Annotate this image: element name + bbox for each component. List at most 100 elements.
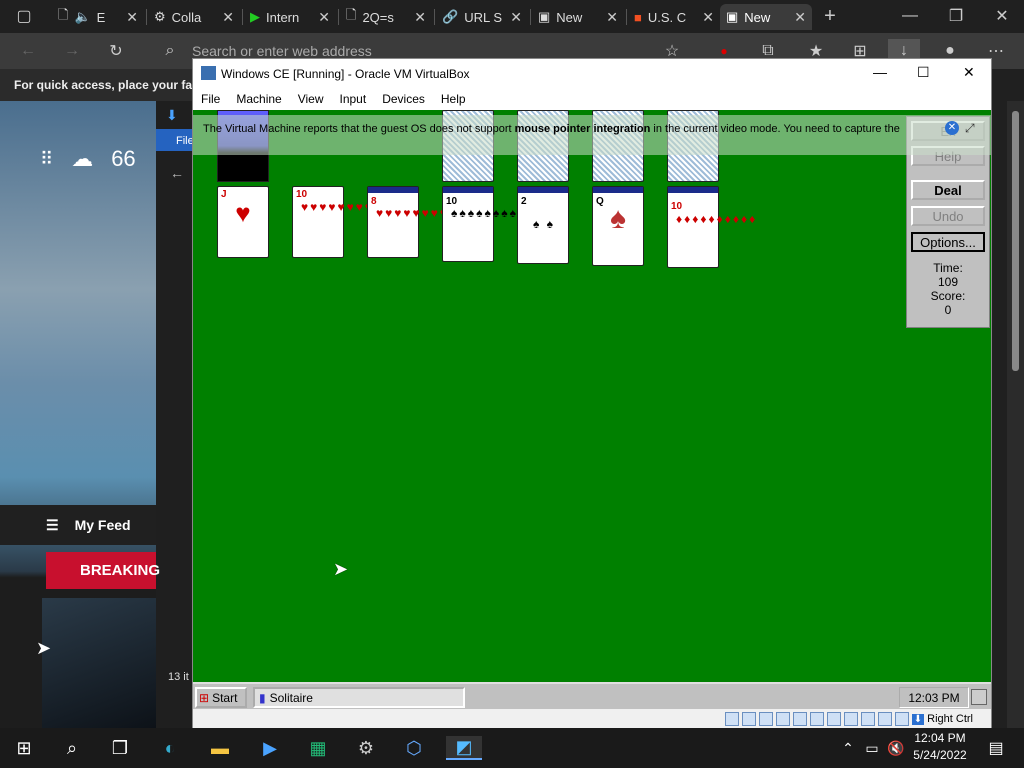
task-view-icon[interactable]: ❐ bbox=[108, 736, 132, 760]
weather-widget[interactable]: ⠿ ☁ 66 bbox=[40, 146, 136, 172]
minimize-icon[interactable]: — bbox=[898, 4, 922, 28]
card-10-diamonds[interactable]: 10 ♦♦♦♦♦♦♦♦♦♦ bbox=[667, 186, 755, 268]
tab-7[interactable]: ■ U.S. C ✕ bbox=[628, 4, 720, 30]
tab-close-icon[interactable]: ✕ bbox=[510, 9, 522, 26]
maximize-icon[interactable]: ☐ bbox=[917, 64, 930, 81]
ce-desktop-icon[interactable] bbox=[971, 689, 987, 705]
tab-5[interactable]: 🔗 URL S ✕ bbox=[436, 4, 528, 30]
tab-close-icon[interactable]: ✕ bbox=[318, 9, 330, 26]
optical-drive-icon[interactable] bbox=[741, 712, 756, 726]
options-button[interactable]: Options... bbox=[911, 232, 985, 252]
window-title: Windows CE [Running] - Oracle VM Virtual… bbox=[221, 66, 470, 81]
tab-6[interactable]: ▣ New ✕ bbox=[532, 4, 624, 30]
tray-chevron-icon[interactable]: ⌃ bbox=[836, 736, 860, 760]
card-8-hearts[interactable]: 8 ♥♥♥♥♥♥♥♥ bbox=[367, 186, 447, 258]
card-10-spades[interactable]: 10 ♠♠♠♠♠♠♠♠♠♠ bbox=[442, 186, 533, 262]
card-10-hearts[interactable]: 10 ♥♥♥♥♥♥♥♥♥♥ bbox=[292, 186, 390, 258]
tab-close-icon[interactable]: ✕ bbox=[702, 9, 714, 26]
mouse-cursor-icon: ➤ bbox=[333, 559, 349, 579]
card-2-spades[interactable]: 2 ♠ ♠ bbox=[517, 186, 569, 264]
shared-folders-icon[interactable] bbox=[809, 712, 824, 726]
card-back-edge bbox=[368, 187, 418, 195]
back-icon[interactable]: ← bbox=[16, 39, 40, 63]
edge-icon[interactable]: ◐ bbox=[158, 736, 182, 760]
back-arrow-icon[interactable]: ← bbox=[170, 165, 184, 181]
menu-file[interactable]: File bbox=[193, 92, 228, 106]
tab-1[interactable]: 🗋 🔈 E ✕ bbox=[52, 4, 144, 30]
clock-time: 12:04 PM bbox=[914, 731, 966, 745]
menu-machine[interactable]: Machine bbox=[228, 92, 289, 106]
hamburger-icon[interactable]: ☰ bbox=[46, 517, 59, 534]
breaking-banner[interactable]: BREAKING bbox=[46, 552, 160, 589]
time-value: 109 bbox=[937, 275, 959, 289]
download-arrow-icon: ⬇ bbox=[166, 107, 178, 123]
tab-close-icon[interactable]: ✕ bbox=[794, 9, 806, 26]
tab-actions-icon[interactable]: ▢ bbox=[12, 4, 36, 28]
keyboard-photo[interactable] bbox=[42, 598, 156, 728]
powershell-icon[interactable]: ▶ bbox=[258, 736, 282, 760]
tab-8-active[interactable]: ▣ New ✕ bbox=[720, 4, 812, 30]
usb-icon[interactable] bbox=[792, 712, 807, 726]
cpu-icon[interactable] bbox=[860, 712, 875, 726]
vbox-menu-bar: File Machine View Input Devices Help bbox=[193, 88, 991, 110]
keyboard-icon[interactable] bbox=[894, 712, 909, 726]
score-value: 0 bbox=[944, 303, 952, 317]
guest-display[interactable]: J ♥ 10 ♥♥♥♥♥♥♥♥♥♥ 8 ♥♥♥♥♥♥♥♥ 10 ♠♠♠♠♠♠♠♠♠♠ 2… bbox=[193, 110, 991, 682]
mouse-integration-notice: The Virtual Machine reports that the gue… bbox=[193, 115, 991, 155]
search-icon[interactable]: ⌕ bbox=[60, 736, 84, 760]
new-tab-button[interactable]: + bbox=[818, 4, 842, 28]
deal-button[interactable]: Deal bbox=[911, 180, 985, 200]
network-icon[interactable] bbox=[775, 712, 790, 726]
restore-icon[interactable]: ❐ bbox=[944, 4, 968, 28]
refresh-icon[interactable]: ↻ bbox=[104, 39, 128, 63]
excel-icon[interactable]: ▦ bbox=[306, 736, 330, 760]
notifications-icon[interactable]: ▤ bbox=[984, 736, 1008, 760]
tab-close-icon[interactable]: ✕ bbox=[606, 9, 618, 26]
settings-gear-icon[interactable]: ⚙ bbox=[354, 736, 378, 760]
system-clock[interactable]: 12:04 PM 5/24/2022 bbox=[905, 730, 975, 766]
forward-icon[interactable]: → bbox=[60, 39, 84, 63]
close-icon[interactable]: ✕ bbox=[963, 64, 975, 81]
network-tray-icon[interactable]: ▭ bbox=[860, 736, 884, 760]
recording-icon[interactable] bbox=[843, 712, 858, 726]
tab-3[interactable]: ▶ Intern ✕ bbox=[244, 4, 336, 30]
menu-view[interactable]: View bbox=[290, 92, 332, 106]
file-tab[interactable]: File bbox=[156, 129, 194, 151]
notice-close-icon[interactable]: ✕ bbox=[945, 121, 959, 135]
vm-window-icon[interactable]: ◩ bbox=[446, 736, 482, 760]
tab-close-icon[interactable]: ✕ bbox=[414, 9, 426, 26]
card-back-edge bbox=[443, 187, 493, 195]
ce-start-button[interactable]: ⊞ Start bbox=[195, 687, 247, 708]
close-icon[interactable]: ✕ bbox=[990, 4, 1014, 28]
apps-grid-icon[interactable]: ⠿ bbox=[40, 149, 53, 170]
audio-icon[interactable] bbox=[758, 712, 773, 726]
file-explorer-icon[interactable]: ▬ bbox=[208, 736, 232, 760]
host-key: ⬇ Right Ctrl bbox=[911, 713, 973, 725]
speaker-icon: 🔈 bbox=[74, 9, 91, 24]
tab-4[interactable]: 🗋 2Q=s ✕ bbox=[340, 4, 432, 30]
undo-button[interactable]: Undo bbox=[911, 206, 985, 226]
menu-devices[interactable]: Devices bbox=[374, 92, 433, 106]
scrollbar-thumb[interactable] bbox=[1012, 111, 1019, 371]
tab-2[interactable]: ⚙ Colla ✕ bbox=[148, 4, 240, 30]
menu-help[interactable]: Help bbox=[433, 92, 474, 106]
ms-icon: ■ bbox=[634, 9, 642, 25]
windows-start-icon[interactable]: ⊞ bbox=[12, 736, 36, 760]
harddisk-icon[interactable] bbox=[724, 712, 739, 726]
minimize-icon[interactable]: — bbox=[873, 64, 887, 80]
card-queen-spades[interactable]: Q ♠ bbox=[592, 186, 644, 266]
page-scrollbar[interactable] bbox=[1007, 101, 1024, 728]
mouse-icon[interactable] bbox=[877, 712, 892, 726]
menu-input[interactable]: Input bbox=[332, 92, 375, 106]
card-jack-hearts[interactable]: J ♥ bbox=[217, 186, 269, 258]
virtualbox-icon[interactable]: ⬡ bbox=[402, 736, 426, 760]
my-feed-header[interactable]: ☰ My Feed bbox=[0, 505, 156, 545]
ce-taskbar-solitaire[interactable]: ▮ Solitaire bbox=[253, 687, 465, 708]
tab-close-icon[interactable]: ✕ bbox=[126, 9, 138, 26]
display-icon[interactable] bbox=[826, 712, 841, 726]
tab-close-icon[interactable]: ✕ bbox=[222, 9, 234, 26]
ce-clock: 12:03 PM bbox=[899, 687, 969, 708]
newtab-icon: ▣ bbox=[726, 9, 739, 24]
virtualbox-window: Windows CE [Running] - Oracle VM Virtual… bbox=[192, 58, 992, 729]
card-back-edge bbox=[593, 187, 643, 195]
